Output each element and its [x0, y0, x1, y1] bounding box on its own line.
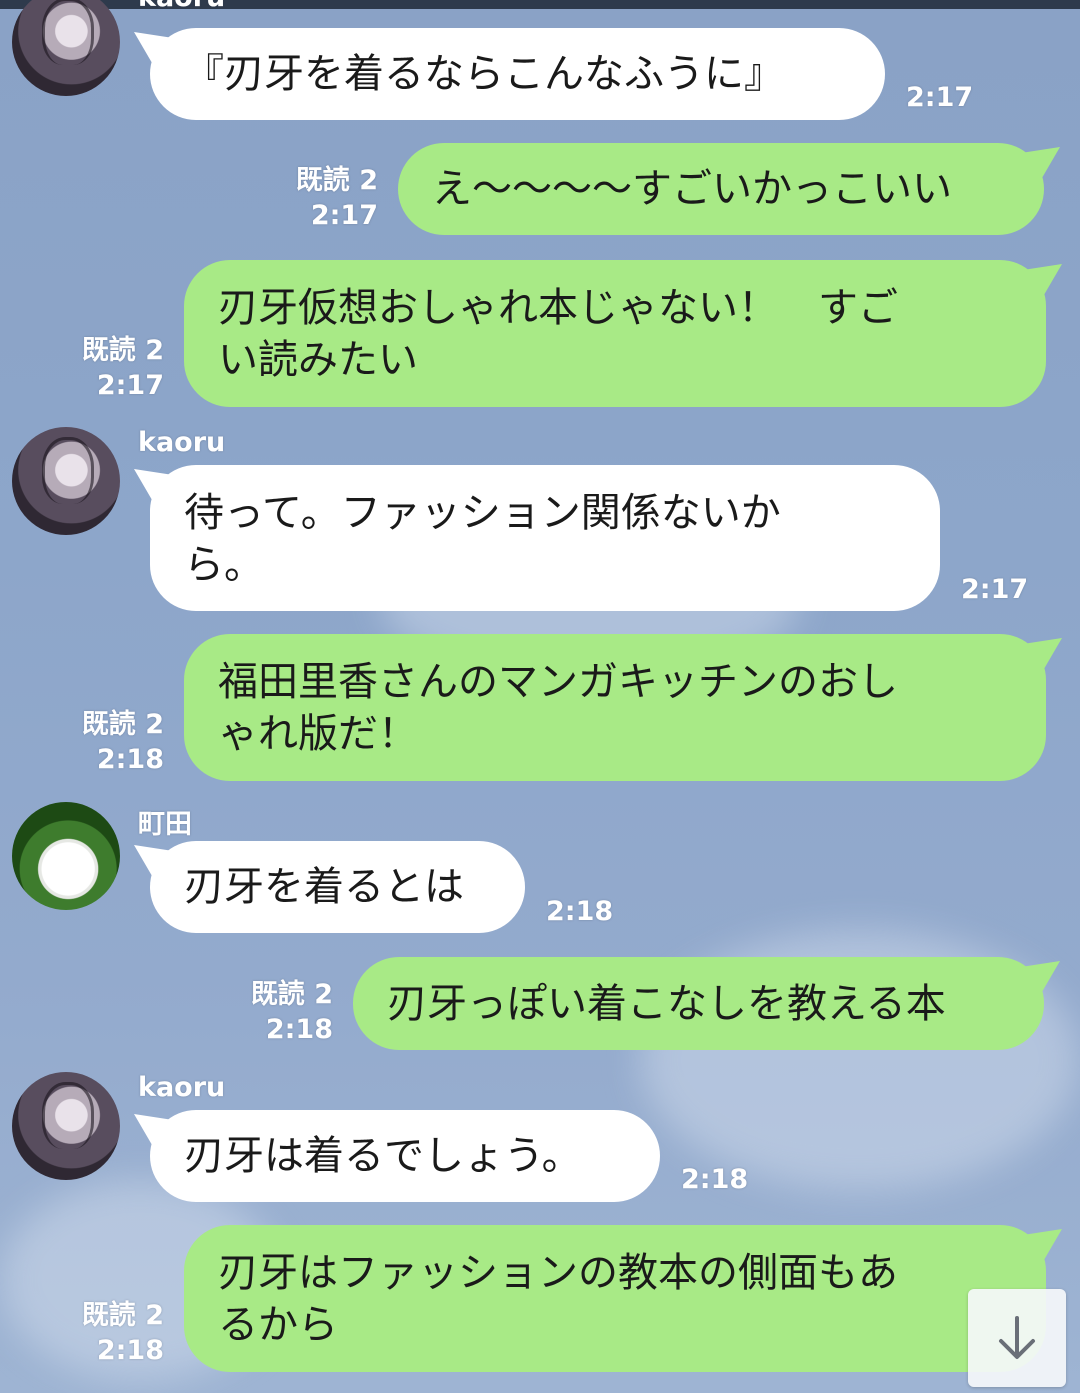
avatar-kaoru[interactable] — [12, 0, 120, 96]
read-receipt: 既読 2 — [250, 979, 333, 1010]
message-bubble-outgoing[interactable]: 刃牙っぽい着こなしを教える本 — [353, 957, 1044, 1050]
message-bubble-outgoing[interactable]: 福田里香さんのマンガキッチンのおし ゃれ版だ！ — [184, 634, 1046, 781]
read-receipt: 既読 2 — [81, 709, 164, 740]
message-time: 2:18 — [546, 896, 614, 927]
arrow-down-icon — [999, 1316, 1035, 1359]
message-meta: 既読 2 2:18 — [56, 707, 164, 777]
message-meta: 既読 2 2:18 — [56, 1298, 164, 1368]
message-meta: 既読 2 2:18 — [225, 977, 333, 1047]
sender-name: kaoru — [138, 1072, 226, 1103]
message-time: 2:18 — [96, 744, 164, 775]
message-bubble-incoming[interactable]: 刃牙は着るでしょう。 — [150, 1110, 660, 1202]
message-time: 2:18 — [96, 1335, 164, 1366]
message-time: 2:17 — [96, 370, 164, 401]
sender-name: 町田 — [138, 809, 192, 840]
read-receipt: 既読 2 — [81, 1300, 164, 1331]
avatar-kaoru[interactable] — [12, 427, 120, 535]
message-bubble-outgoing[interactable]: 刃牙仮想おしゃれ本じゃない！ すご い読みたい — [184, 260, 1046, 407]
message-time: 2:18 — [265, 1014, 333, 1045]
message-meta: 既読 2 2:17 — [270, 163, 378, 233]
message-bubble-incoming[interactable]: 刃牙を着るとは — [150, 841, 525, 933]
message-time: 2:17 — [310, 200, 378, 231]
message-time: 2:18 — [681, 1164, 749, 1195]
message-time: 2:17 — [906, 82, 974, 113]
message-bubble-outgoing[interactable]: 刃牙はファッションの教本の側面もあ るから — [184, 1225, 1046, 1372]
sender-name: kaoru — [138, 0, 225, 13]
message-bubble-outgoing[interactable]: え～～～～すごいかっこいい — [398, 143, 1044, 235]
sender-name: kaoru — [138, 427, 226, 458]
message-bubble-incoming[interactable]: 待って。ファッション関係ないか ら。 — [150, 465, 940, 611]
avatar-machida[interactable] — [12, 802, 120, 910]
message-time: 2:17 — [961, 574, 1029, 605]
scroll-to-bottom-button[interactable] — [968, 1289, 1066, 1387]
message-meta: 既読 2 2:17 — [56, 333, 164, 403]
read-receipt: 既読 2 — [81, 335, 164, 366]
message-bubble-incoming[interactable]: 『刃牙を着るならこんなふうに』 — [150, 28, 885, 120]
avatar-kaoru[interactable] — [12, 1072, 120, 1180]
read-receipt: 既読 2 — [295, 165, 378, 196]
